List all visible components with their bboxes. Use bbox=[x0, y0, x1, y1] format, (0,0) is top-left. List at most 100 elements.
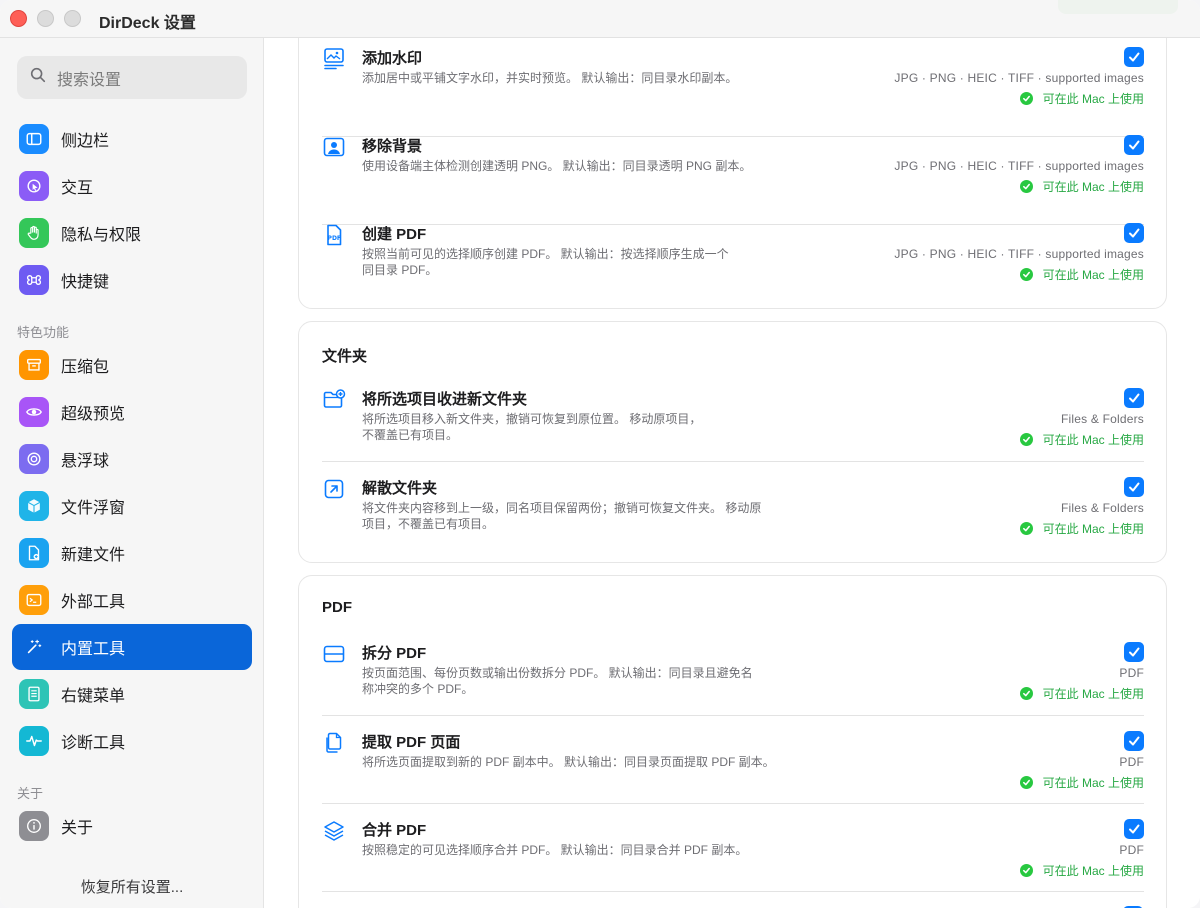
tool-row-move-into-new-folder: 将所选项目收进新文件夹 将所选项目移入新文件夹，撤销可恢复到原位置。 移动原项目… bbox=[322, 388, 1144, 460]
checkmark-circle-icon bbox=[1019, 92, 1033, 105]
search-icon bbox=[29, 66, 47, 89]
zoom-window-button[interactable] bbox=[64, 10, 81, 27]
close-window-button[interactable] bbox=[10, 10, 27, 27]
minimize-window-button[interactable] bbox=[37, 10, 54, 27]
sidebar-item-external-tools[interactable]: 外部工具 bbox=[12, 577, 252, 623]
tool-enabled-checkbox[interactable] bbox=[1124, 642, 1144, 662]
image-tools-card: 添加水印 添加居中或平铺文字水印，并实时预览。 默认输出：同目录水印副本。 JP… bbox=[298, 38, 1167, 309]
info-icon bbox=[19, 811, 49, 841]
window-title: DirDeck 设置 bbox=[99, 15, 196, 32]
restore-all-settings-button[interactable]: 恢复所有设置... bbox=[0, 876, 264, 897]
sidebar-item-new-file[interactable]: 新建文件 bbox=[12, 530, 252, 576]
checkmark-circle-icon bbox=[1019, 433, 1033, 446]
supported-formats: PDF bbox=[1119, 843, 1144, 857]
tool-title: 提取 PDF 页面 bbox=[362, 734, 461, 751]
tool-description: 按照当前可见的选择顺序创建 PDF。 默认输出：按选择顺序生成一个同目录 PDF… bbox=[362, 247, 729, 277]
sidebar-item-privacy[interactable]: 隐私与权限 bbox=[12, 210, 252, 256]
tool-title: 合并 PDF bbox=[362, 822, 427, 839]
sidebar-item-context-menu[interactable]: 右键菜单 bbox=[12, 671, 252, 717]
sidebar-item-label: 交互 bbox=[61, 180, 94, 197]
checkmark-circle-icon bbox=[1019, 687, 1033, 700]
availability-status: 可在此 Mac 上使用 bbox=[1019, 862, 1144, 879]
tool-enabled-checkbox[interactable] bbox=[1124, 135, 1144, 155]
tool-description: 按照稳定的可见选择顺序合并 PDF。 默认输出：同目录合并 PDF 副本。 bbox=[362, 843, 748, 857]
availability-status: 可在此 Mac 上使用 bbox=[1019, 685, 1144, 702]
tool-description: 按页面范围、每份页数或输出份数拆分 PDF。 默认输出：同目录且避免名称冲突的多… bbox=[362, 666, 753, 696]
checkmark-icon bbox=[1129, 736, 1140, 746]
supported-formats: JPG · PNG · HEIC · TIFF · supported imag… bbox=[894, 71, 1144, 85]
sidebar-item-about[interactable]: 关于 bbox=[12, 803, 252, 849]
tool-enabled-checkbox[interactable] bbox=[1124, 731, 1144, 751]
sidebar-item-interaction[interactable]: 交互 bbox=[12, 163, 252, 209]
supported-formats: PDF bbox=[1119, 755, 1144, 769]
sidebar-item-diagnostics[interactable]: 诊断工具 bbox=[12, 718, 252, 764]
row-divider bbox=[322, 461, 1144, 462]
search-input[interactable]: 搜索设置 bbox=[57, 66, 121, 90]
sidebar-item-label: 关于 bbox=[61, 820, 94, 837]
sidebar-item-label: 新建文件 bbox=[61, 547, 126, 564]
search-field[interactable]: 搜索设置 bbox=[17, 56, 247, 99]
availability-label: 可在此 Mac 上使用 bbox=[1042, 433, 1144, 447]
sidebar-item-super-preview[interactable]: 超级预览 bbox=[12, 389, 252, 435]
sidebar-item-shortcuts[interactable]: 快捷键 bbox=[12, 257, 252, 303]
supported-formats: JPG · PNG · HEIC · TIFF · supported imag… bbox=[894, 159, 1144, 173]
cube-icon bbox=[19, 491, 49, 521]
sidebar-item-label: 文件浮窗 bbox=[61, 500, 126, 517]
sidebar-item-floating-ball[interactable]: 悬浮球 bbox=[12, 436, 252, 482]
supported-formats: PDF bbox=[1119, 666, 1144, 680]
tool-title: 移除背景 bbox=[362, 138, 423, 155]
checkmark-icon bbox=[1129, 482, 1140, 492]
availability-status: 可在此 Mac 上使用 bbox=[1019, 266, 1144, 283]
row-divider bbox=[322, 803, 1144, 804]
sidebar-item-archive[interactable]: 压缩包 bbox=[12, 342, 252, 388]
availability-label: 可在此 Mac 上使用 bbox=[1042, 776, 1144, 790]
tool-description: 添加居中或平铺文字水印，并实时预览。 默认输出：同目录水印副本。 bbox=[362, 71, 738, 85]
titlebar-decoration bbox=[1058, 0, 1178, 14]
tool-title: 解散文件夹 bbox=[362, 480, 438, 497]
tool-description: 将文件夹内容移到上一级，同名项目保留两份；撤销可恢复文件夹。 移动原项目，不覆盖… bbox=[362, 501, 762, 531]
sidebar-item-label: 内置工具 bbox=[61, 641, 126, 658]
checkmark-icon bbox=[1129, 393, 1140, 403]
sidebar-item-label: 外部工具 bbox=[61, 594, 126, 611]
sidebar-item-label: 快捷键 bbox=[61, 274, 110, 291]
tool-enabled-checkbox[interactable] bbox=[1124, 388, 1144, 408]
tool-enabled-checkbox[interactable] bbox=[1124, 47, 1144, 67]
tool-row-split-pdf: 拆分 PDF 按页面范围、每份页数或输出份数拆分 PDF。 默认输出：同目录且避… bbox=[322, 642, 1144, 714]
split-rect-icon bbox=[322, 642, 346, 666]
tool-enabled-checkbox[interactable] bbox=[1124, 477, 1144, 497]
row-divider bbox=[322, 891, 1144, 892]
card-title: PDF bbox=[322, 599, 352, 616]
layers-icon bbox=[322, 819, 346, 843]
new-file-icon bbox=[19, 538, 49, 568]
availability-status: 可在此 Mac 上使用 bbox=[1019, 774, 1144, 791]
tool-row-extract-pdf-pages: 提取 PDF 页面 将所选页面提取到新的 PDF 副本中。 默认输出：同目录页面… bbox=[322, 731, 1144, 803]
waveform-icon bbox=[19, 726, 49, 756]
tool-enabled-checkbox[interactable] bbox=[1124, 223, 1144, 243]
hand-icon bbox=[19, 218, 49, 248]
pointer-icon bbox=[19, 171, 49, 201]
checkmark-circle-icon bbox=[1019, 864, 1033, 877]
sidebar-item-label: 侧边栏 bbox=[61, 133, 110, 150]
person-frame-icon bbox=[322, 135, 346, 159]
folder-tools-card: 文件夹 将所选项目收进新文件夹 将所选项目移入新文件夹，撤销可恢复到原位置。 移… bbox=[298, 321, 1167, 563]
tool-row-merge-pdf: 合并 PDF 按照稳定的可见选择顺序合并 PDF。 默认输出：同目录合并 PDF… bbox=[322, 819, 1144, 891]
checkmark-circle-icon bbox=[1019, 522, 1033, 535]
doc-copy-icon bbox=[322, 731, 346, 755]
checkmark-circle-icon bbox=[1019, 268, 1033, 281]
sidebar-item-sidebar[interactable]: 侧边栏 bbox=[12, 116, 252, 162]
terminal-icon bbox=[19, 585, 49, 615]
archive-icon bbox=[19, 350, 49, 380]
arrow-up-right-square-icon bbox=[322, 477, 346, 501]
checkmark-icon bbox=[1129, 52, 1140, 62]
sidebar-item-label: 隐私与权限 bbox=[61, 227, 142, 244]
sidebar-item-file-shelf[interactable]: 文件浮窗 bbox=[12, 483, 252, 529]
tool-enabled-checkbox[interactable] bbox=[1124, 819, 1144, 839]
tool-row-watermark: 添加水印 添加居中或平铺文字水印，并实时预览。 默认输出：同目录水印副本。 JP… bbox=[322, 47, 1144, 117]
magic-wand-icon bbox=[19, 632, 49, 662]
settings-window: DirDeck 设置 搜索设置 侧边栏 交互 隐私与权限 快捷键 特色功能 压缩… bbox=[0, 0, 1200, 908]
supported-formats: Files & Folders bbox=[1060, 412, 1144, 426]
titlebar: DirDeck 设置 bbox=[0, 0, 1200, 38]
row-divider bbox=[322, 715, 1144, 716]
sidebar-item-built-in-tools[interactable]: 内置工具 bbox=[12, 624, 252, 670]
menu-doc-icon bbox=[19, 679, 49, 709]
